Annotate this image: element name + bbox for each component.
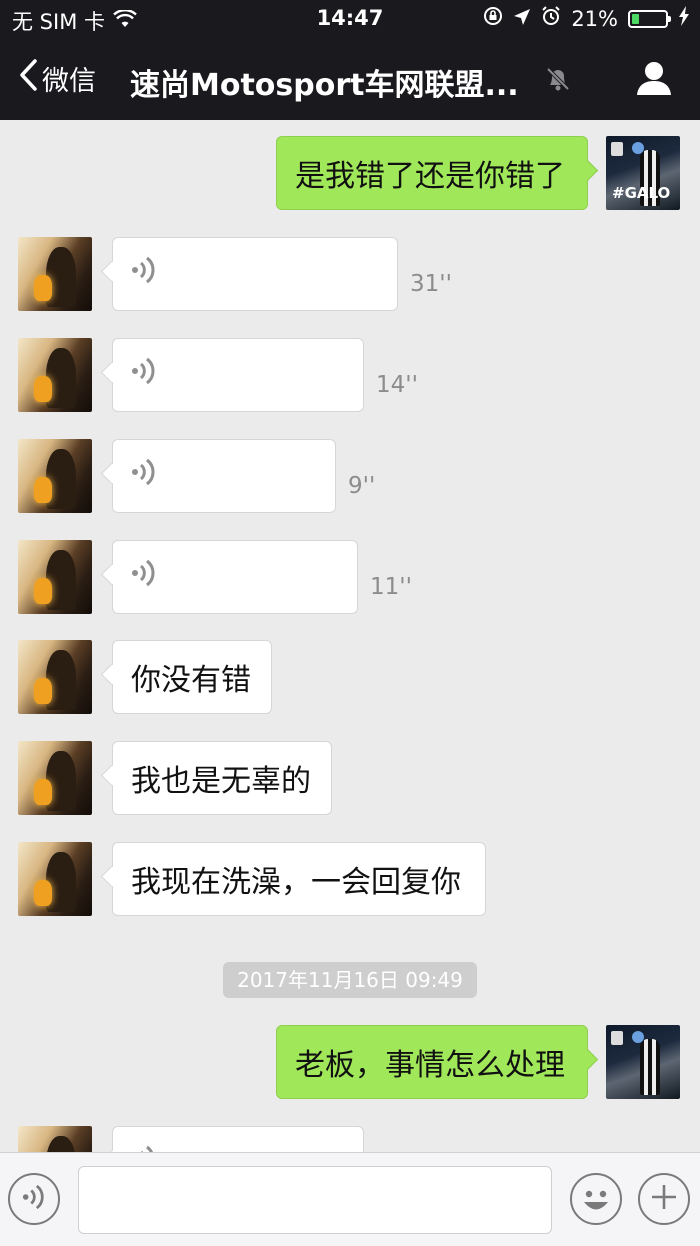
battery-level xyxy=(632,13,639,24)
voice-message[interactable] xyxy=(112,237,398,311)
voice-input-button[interactable] xyxy=(8,1173,60,1225)
nav-bar: 微信 速尚Motosport车网联盟... xyxy=(0,40,700,120)
voice-wave-icon xyxy=(131,558,157,596)
voice-duration: 11'' xyxy=(370,574,412,600)
more-button[interactable] xyxy=(638,1173,690,1225)
message-text: 是我错了还是你错了 xyxy=(295,159,565,194)
orientation-lock-icon xyxy=(483,6,503,31)
mute-bell-icon xyxy=(546,66,570,96)
chat-title: 速尚Motosport车网联盟... xyxy=(130,68,519,103)
plus-icon xyxy=(649,1182,679,1216)
incoming-message[interactable]: 你没有错 xyxy=(112,640,272,714)
incoming-message[interactable]: 我也是无辜的 xyxy=(112,741,332,815)
message-list[interactable]: #GALO 是我错了还是你错了 31'' 14'' 9'' 11'' 你没有错 xyxy=(0,120,700,1152)
contact-avatar[interactable] xyxy=(18,439,92,513)
voice-wave-icon xyxy=(131,457,157,495)
input-bar xyxy=(0,1152,700,1246)
profile-icon xyxy=(634,62,674,102)
location-icon xyxy=(513,7,531,31)
voice-duration: 9'' xyxy=(348,473,376,499)
voice-message[interactable] xyxy=(112,540,358,614)
message-timestamp: 2017年11月16日 09:49 xyxy=(223,962,477,998)
battery-icon xyxy=(628,9,671,28)
my-avatar[interactable] xyxy=(606,1025,680,1099)
alarm-icon xyxy=(541,6,561,31)
battery-percent: 21% xyxy=(571,6,618,31)
contact-avatar[interactable] xyxy=(18,640,92,714)
contact-avatar[interactable] xyxy=(18,540,92,614)
voice-message[interactable] xyxy=(112,338,364,412)
message-text: 老板，事情怎么处理 xyxy=(295,1048,565,1083)
message-text: 我也是无辜的 xyxy=(131,764,311,799)
charging-icon xyxy=(678,6,690,31)
contact-avatar[interactable] xyxy=(18,842,92,916)
voice-wave-icon xyxy=(131,1144,157,1152)
message-text: 你没有错 xyxy=(131,663,251,698)
voice-wave-icon xyxy=(131,356,157,394)
my-avatar[interactable]: #GALO xyxy=(606,136,680,210)
voice-duration: 31'' xyxy=(410,271,452,297)
top-bar: 无 SIM 卡 14:47 21% 微信 速尚Motosport车网联盟... xyxy=(0,0,700,120)
voice-duration: 14'' xyxy=(376,372,418,398)
contact-avatar[interactable] xyxy=(18,1126,92,1152)
voice-message[interactable] xyxy=(112,1126,364,1152)
message-text: 我现在洗澡，一会回复你 xyxy=(131,865,461,900)
emoji-icon xyxy=(572,1190,620,1227)
voice-message[interactable] xyxy=(112,439,336,513)
status-bar: 无 SIM 卡 14:47 21% xyxy=(0,0,700,38)
profile-button[interactable] xyxy=(634,58,674,102)
outgoing-message[interactable]: 是我错了还是你错了 xyxy=(276,136,588,210)
contact-avatar[interactable] xyxy=(18,338,92,412)
message-input[interactable] xyxy=(78,1166,552,1234)
voice-wave-icon xyxy=(131,255,157,293)
back-label: 微信 xyxy=(42,66,96,97)
emoji-button[interactable] xyxy=(570,1173,622,1225)
incoming-message[interactable]: 我现在洗澡，一会回复你 xyxy=(112,842,486,916)
contact-avatar[interactable] xyxy=(18,741,92,815)
contact-avatar[interactable] xyxy=(18,237,92,311)
back-chevron-icon xyxy=(18,58,42,99)
voice-input-icon xyxy=(22,1183,46,1215)
back-button[interactable]: 微信 xyxy=(18,58,96,99)
status-right: 21% xyxy=(483,6,690,31)
avatar-text: #GALO xyxy=(612,184,671,202)
outgoing-message[interactable]: 老板，事情怎么处理 xyxy=(276,1025,588,1099)
